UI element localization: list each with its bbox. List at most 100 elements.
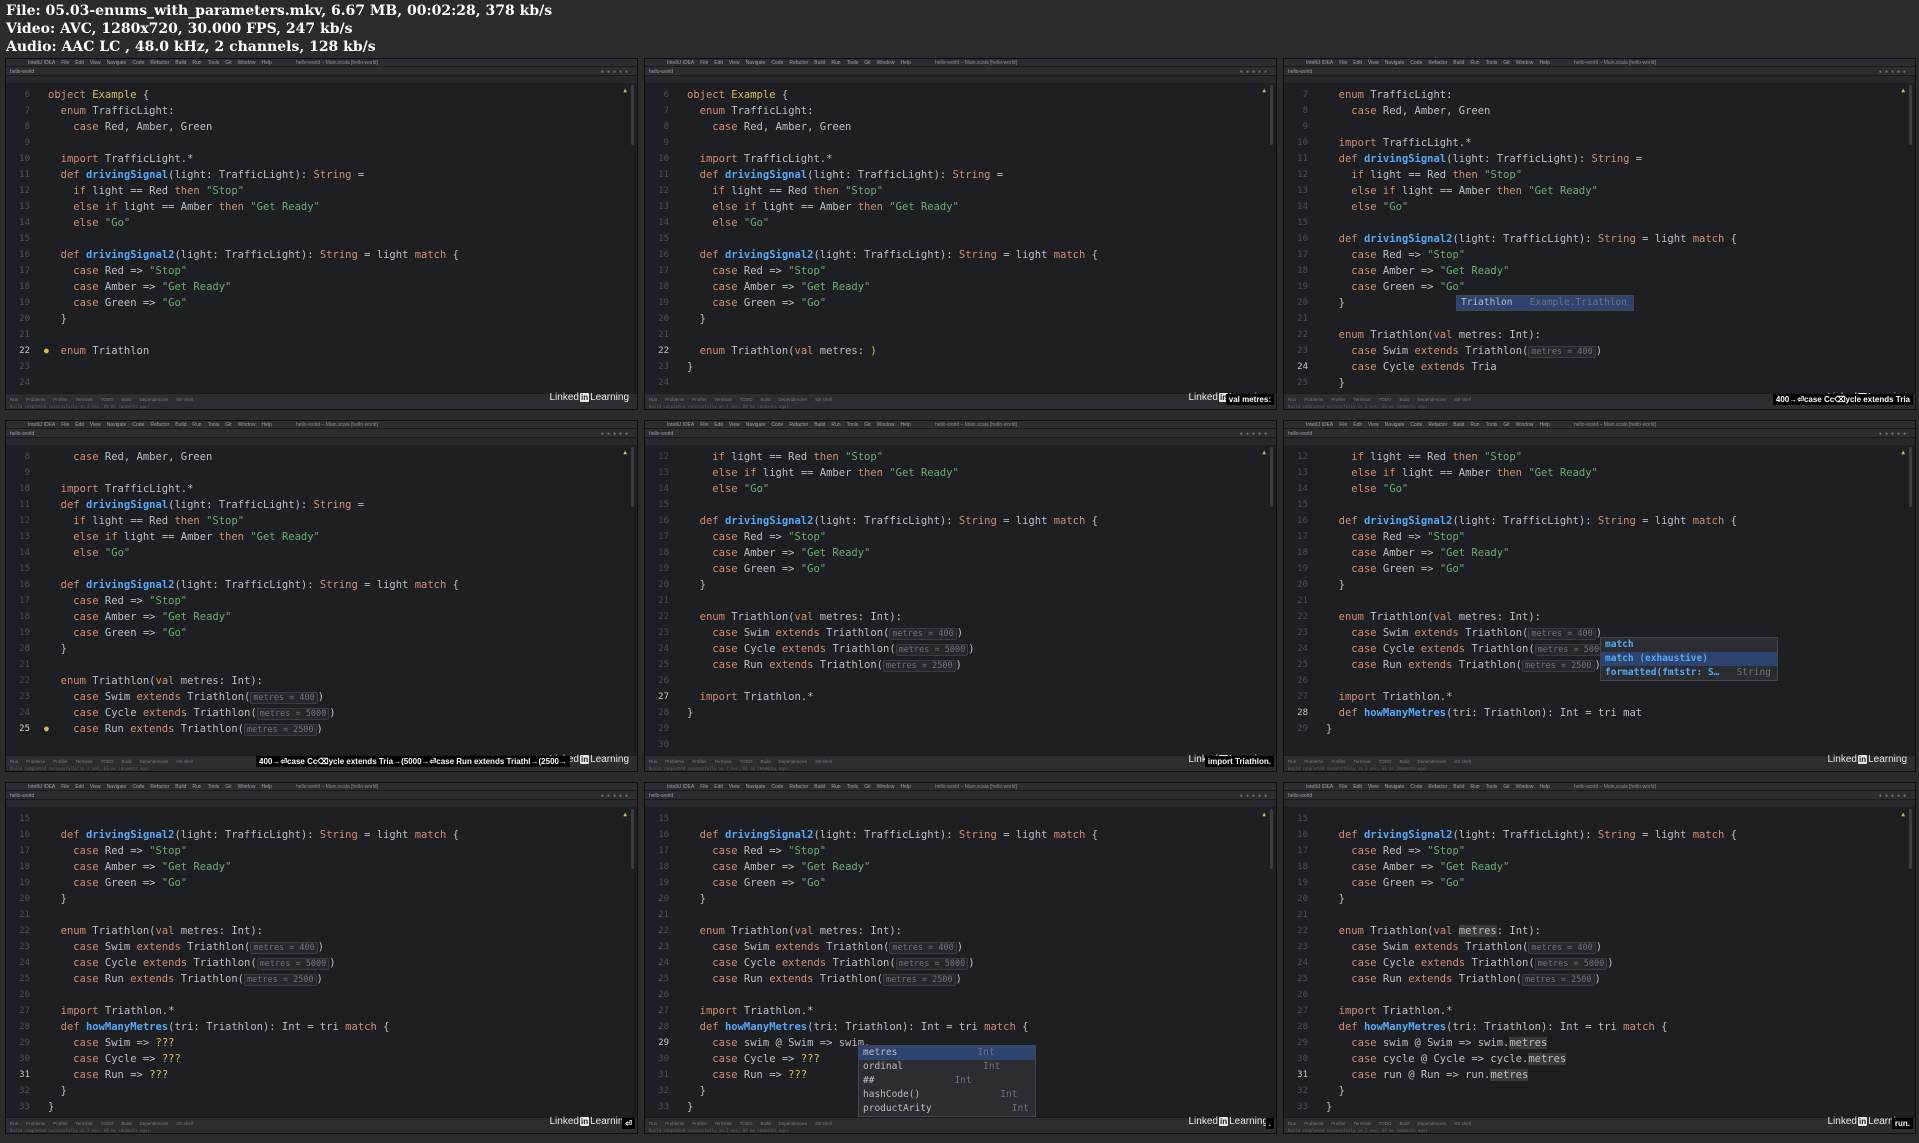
menu-item[interactable]: Refactor <box>1428 784 1447 790</box>
inspection-warning-icon[interactable]: ▲ <box>1901 87 1905 94</box>
menu-item[interactable]: Edit <box>714 784 723 790</box>
tool-window-button[interactable]: Terminal <box>1354 397 1371 402</box>
menu-item[interactable]: Build <box>1453 784 1464 790</box>
tool-window-button[interactable]: sbt shell <box>815 759 832 764</box>
menu-item[interactable]: View <box>90 60 101 66</box>
tool-window-button[interactable]: sbt shell <box>176 1121 193 1126</box>
tool-window-button[interactable]: Problems <box>665 759 684 764</box>
menu-item[interactable]: Window <box>238 784 256 790</box>
menu-item[interactable]: Git <box>864 422 870 428</box>
inspection-warning-icon[interactable]: ▲ <box>1262 449 1266 456</box>
menu-item[interactable]: Window <box>238 422 256 428</box>
tool-window-button[interactable]: sbt shell <box>1454 759 1471 764</box>
code-editor[interactable]: ▲ 7 enum TrafficLight: 8 case Red, Amber, … <box>1284 83 1915 389</box>
menu-item[interactable]: Navigate <box>746 422 766 428</box>
tool-window-button[interactable]: Problems <box>26 397 45 402</box>
menu-item[interactable]: Tools <box>847 784 859 790</box>
editor-scrollbar[interactable] <box>631 447 634 507</box>
menu-item[interactable]: Git <box>225 60 231 66</box>
tool-window-button[interactable]: Dependencies <box>140 397 169 402</box>
code-editor[interactable]: ▲ 15 16 def drivingSignal2(light: TrafficL… <box>6 807 637 1113</box>
editor-scrollbar[interactable] <box>1909 85 1912 145</box>
menu-item[interactable]: Window <box>877 784 895 790</box>
menu-item[interactable]: File <box>1339 784 1347 790</box>
menu-item[interactable]: View <box>729 60 740 66</box>
tool-window-button[interactable]: Terminal <box>76 397 93 402</box>
tool-window-button[interactable]: Profiler <box>1331 759 1345 764</box>
menu-item[interactable]: Edit <box>1353 422 1362 428</box>
menu-item[interactable]: IntelliJ IDEA <box>28 60 55 66</box>
tool-window-button[interactable]: Terminal <box>715 759 732 764</box>
menu-item[interactable]: Refactor <box>789 60 808 66</box>
tool-window-button[interactable]: Run <box>1288 397 1296 402</box>
tool-window-button[interactable]: Build <box>1399 397 1409 402</box>
inspection-warning-icon[interactable]: ▲ <box>1901 449 1905 456</box>
inspection-warning-icon[interactable]: ▲ <box>623 87 627 94</box>
menu-item[interactable]: View <box>1368 784 1379 790</box>
project-selector[interactable]: hello-world <box>10 431 34 437</box>
project-selector[interactable]: hello-world <box>10 69 34 75</box>
menu-item[interactable]: Help <box>261 422 271 428</box>
menu-item[interactable]: Window <box>1516 784 1534 790</box>
gear-icon[interactable]: ▪ <box>1903 69 1909 75</box>
menu-item[interactable]: Code <box>771 422 783 428</box>
gear-icon[interactable]: ▪ <box>1264 793 1270 799</box>
tool-window-button[interactable]: Build <box>1399 1121 1409 1126</box>
menu-item[interactable]: View <box>1368 422 1379 428</box>
menu-item[interactable]: Edit <box>1353 784 1362 790</box>
tool-window-button[interactable]: Profiler <box>1331 1121 1345 1126</box>
menu-item[interactable]: View <box>90 784 101 790</box>
tool-window-button[interactable]: Profiler <box>53 1121 67 1126</box>
menu-item[interactable]: Code <box>132 784 144 790</box>
tool-window-button[interactable]: Build <box>1399 759 1409 764</box>
menu-item[interactable]: Build <box>175 422 186 428</box>
menu-item[interactable]: Tools <box>1486 784 1498 790</box>
menu-item[interactable]: Tools <box>208 60 220 66</box>
menu-item[interactable]: Build <box>814 60 825 66</box>
menu-item[interactable]: Help <box>900 60 910 66</box>
inspection-warning-icon[interactable]: ▲ <box>1901 811 1905 818</box>
tool-window-button[interactable]: sbt shell <box>176 759 193 764</box>
tool-window-button[interactable]: Build <box>760 759 770 764</box>
menu-item[interactable]: Run <box>831 60 840 66</box>
tool-window-button[interactable]: Run <box>1288 759 1296 764</box>
menu-item[interactable]: Tools <box>847 60 859 66</box>
tool-window-button[interactable]: Problems <box>26 1121 45 1126</box>
menu-item[interactable]: View <box>1368 60 1379 66</box>
tool-window-button[interactable]: Run <box>10 1121 18 1126</box>
tool-window-button[interactable]: Terminal <box>1354 1121 1371 1126</box>
tool-window-button[interactable]: TODO <box>101 759 114 764</box>
tool-window-button[interactable]: Dependencies <box>779 759 808 764</box>
tool-window-button[interactable]: Terminal <box>76 759 93 764</box>
tool-window-button[interactable]: Problems <box>1304 397 1323 402</box>
gear-icon[interactable]: ▪ <box>1264 69 1270 75</box>
tool-window-button[interactable]: Problems <box>1304 1121 1323 1126</box>
editor-scrollbar[interactable] <box>631 85 634 145</box>
menu-item[interactable]: File <box>1339 60 1347 66</box>
tool-window-button[interactable]: sbt shell <box>815 397 832 402</box>
tool-window-button[interactable]: Build <box>121 397 131 402</box>
gear-icon[interactable]: ▪ <box>1903 793 1909 799</box>
menu-item[interactable]: File <box>1339 422 1347 428</box>
menu-item[interactable]: Code <box>771 60 783 66</box>
menu-item[interactable]: IntelliJ IDEA <box>1306 422 1333 428</box>
completion-item[interactable]: hashCode() Int <box>859 1088 1035 1102</box>
menu-item[interactable]: IntelliJ IDEA <box>667 60 694 66</box>
inspection-warning-icon[interactable]: ▲ <box>1262 87 1266 94</box>
menu-item[interactable]: Git <box>1503 422 1509 428</box>
editor-scrollbar[interactable] <box>1270 447 1273 507</box>
tool-window-button[interactable]: TODO <box>740 397 753 402</box>
menu-item[interactable]: Refactor <box>150 784 169 790</box>
menu-item[interactable]: Run <box>831 422 840 428</box>
gear-icon[interactable]: ▪ <box>625 69 631 75</box>
menu-item[interactable]: File <box>700 60 708 66</box>
menu-item[interactable]: IntelliJ IDEA <box>667 784 694 790</box>
menu-item[interactable]: Help <box>261 60 271 66</box>
menu-item[interactable]: Refactor <box>1428 60 1447 66</box>
code-editor[interactable]: ▲ 6 object Example {7 enum TrafficLight: 8 … <box>645 83 1276 388</box>
inspection-warning-icon[interactable]: ▲ <box>623 449 627 456</box>
menu-item[interactable]: Tools <box>1486 60 1498 66</box>
code-editor[interactable]: ▲ 12 if light == Red then "Stop" 13 else i… <box>1284 445 1915 745</box>
menu-item[interactable]: Help <box>900 784 910 790</box>
menu-item[interactable]: Run <box>192 784 201 790</box>
